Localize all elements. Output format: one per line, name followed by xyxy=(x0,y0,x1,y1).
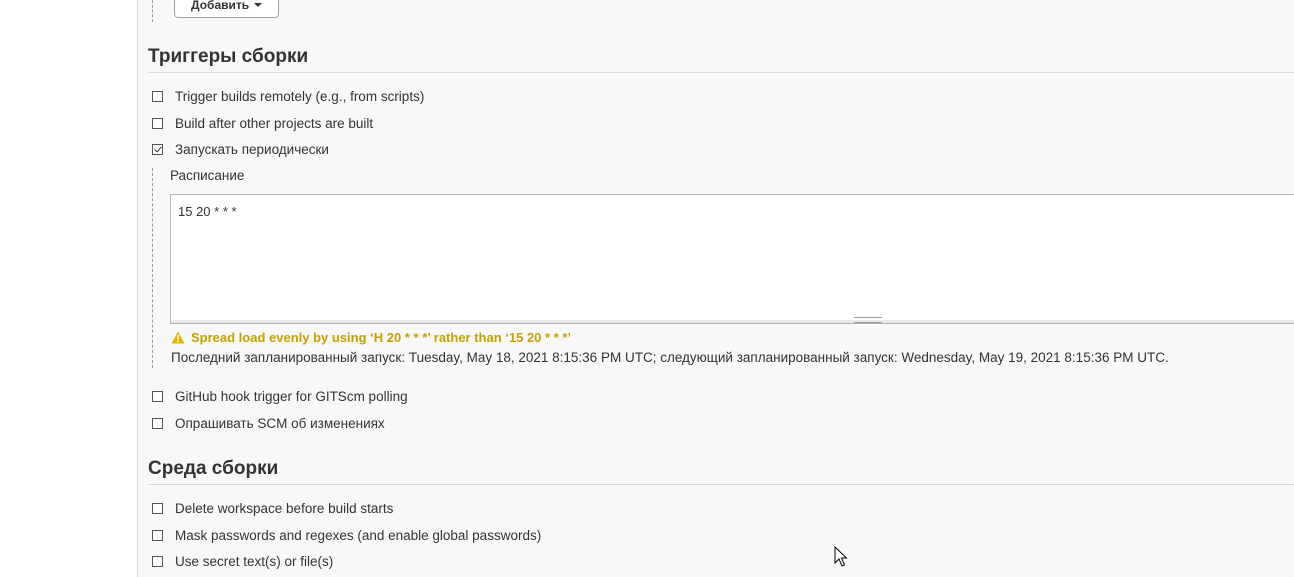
nested-guide-line xyxy=(152,0,153,22)
build-after-checkbox[interactable] xyxy=(152,117,163,129)
schedule-value: 15 20 * * * xyxy=(178,204,237,219)
poll-scm-label: Опрашивать SCM об изменениях xyxy=(175,415,385,431)
trigger-remote-label: Trigger builds remotely (e.g., from scri… xyxy=(175,88,425,104)
trigger-remote-checkbox[interactable] xyxy=(152,90,163,102)
build-periodically-checkbox[interactable] xyxy=(152,143,163,155)
schedule-label: Расписание xyxy=(170,168,245,183)
resize-handle[interactable] xyxy=(854,317,882,323)
config-panel: Добавить Триггеры сборки Trigger builds … xyxy=(138,0,1294,577)
build-after-option[interactable]: Build after other projects are built xyxy=(152,114,373,132)
page: Добавить Триггеры сборки Trigger builds … xyxy=(0,0,1294,577)
secret-files-checkbox[interactable] xyxy=(152,555,163,567)
warning-icon xyxy=(171,331,185,344)
mouse-cursor-icon xyxy=(834,546,848,567)
build-periodically-option[interactable]: Запускать периодически xyxy=(152,140,329,158)
section-title-build-environment: Среда сборки xyxy=(148,458,279,479)
secret-files-label: Use secret text(s) or file(s) xyxy=(175,553,334,569)
build-after-label: Build after other projects are built xyxy=(175,115,374,131)
schedule-warning: Spread load evenly by using ‘H 20 * * *’… xyxy=(171,330,571,345)
poll-scm-checkbox[interactable] xyxy=(152,417,163,429)
schedule-textarea[interactable]: 15 20 * * * xyxy=(170,194,1294,324)
github-hook-option[interactable]: GitHub hook trigger for GITScm polling xyxy=(152,387,408,405)
delete-workspace-label: Delete workspace before build starts xyxy=(175,500,394,516)
delete-workspace-checkbox[interactable] xyxy=(152,502,163,514)
github-hook-label: GitHub hook trigger for GITScm polling xyxy=(175,388,408,404)
chevron-down-icon xyxy=(254,3,263,7)
poll-scm-option[interactable]: Опрашивать SCM об изменениях xyxy=(152,414,385,432)
add-button[interactable]: Добавить xyxy=(174,0,280,18)
mask-passwords-option[interactable]: Mask passwords and regexes (and enable g… xyxy=(152,526,541,544)
section-divider xyxy=(148,72,1294,73)
schedule-warning-text: Spread load evenly by using ‘H 20 * * *’… xyxy=(191,330,572,345)
mask-passwords-checkbox[interactable] xyxy=(152,529,163,541)
secret-files-option[interactable]: Use secret text(s) or file(s) xyxy=(152,552,333,570)
nested-guide-line xyxy=(152,168,153,368)
delete-workspace-option[interactable]: Delete workspace before build starts xyxy=(152,499,393,517)
left-sidebar xyxy=(0,0,138,577)
trigger-remote-option[interactable]: Trigger builds remotely (e.g., from scri… xyxy=(152,87,424,105)
section-title-build-triggers: Триггеры сборки xyxy=(148,46,309,67)
add-button-label: Добавить xyxy=(191,0,250,12)
build-periodically-label: Запускать периодически xyxy=(175,141,329,157)
mask-passwords-label: Mask passwords and regexes (and enable g… xyxy=(175,527,542,543)
github-hook-checkbox[interactable] xyxy=(152,390,163,402)
section-divider xyxy=(148,484,1294,485)
textarea-bottom-edge xyxy=(171,320,1294,323)
schedule-run-info: Последний запланированный запуск: Tuesda… xyxy=(171,350,1169,365)
